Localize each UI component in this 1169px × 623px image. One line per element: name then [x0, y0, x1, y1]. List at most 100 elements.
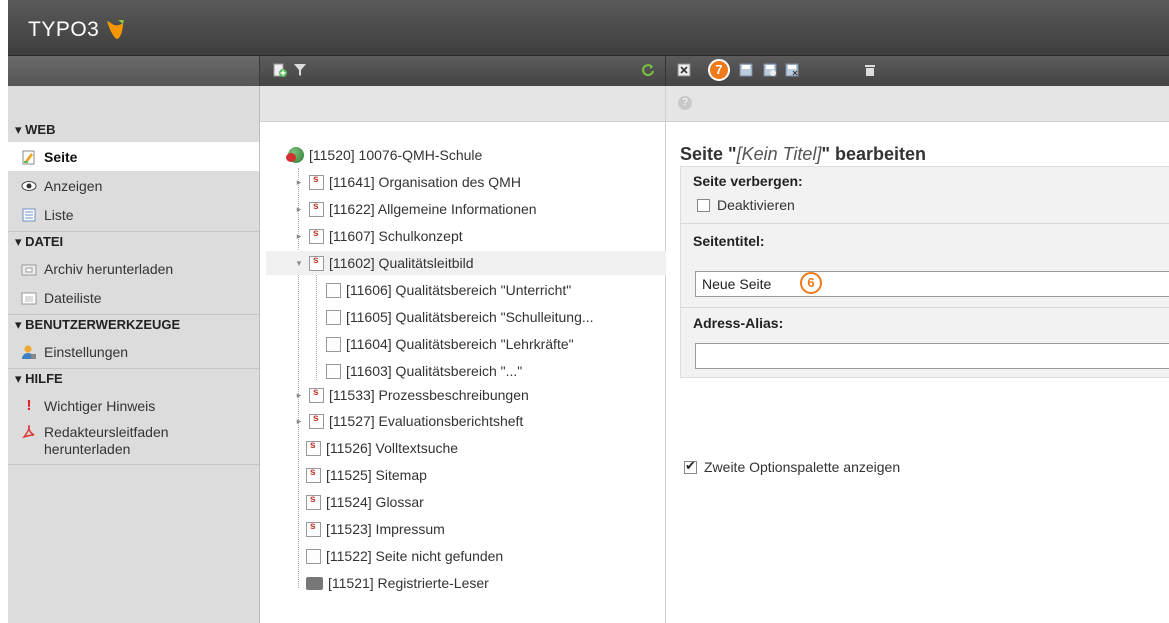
archive-icon — [20, 261, 38, 277]
section-title-web[interactable]: ▾ WEB — [8, 120, 259, 142]
tree-node[interactable]: [11525] Sitemap — [306, 463, 427, 487]
tree-node[interactable]: [11603] Qualitätsbereich "..." — [326, 359, 522, 383]
page-icon — [309, 201, 324, 217]
menu-item-seite[interactable]: Seite — [8, 142, 259, 171]
tree-node[interactable]: [11522] Seite nicht gefunden — [306, 544, 503, 568]
hide-checkbox[interactable] — [697, 198, 710, 212]
menu-section-hilfe: ▾ HILFE ! Wichtiger Hinweis Redakteursle… — [8, 369, 259, 465]
menu-item-label: Dateiliste — [44, 289, 102, 306]
menu-item-label: Redakteursleitfaden herunterladen — [44, 424, 169, 457]
typo3-logo-icon — [105, 19, 125, 41]
menu-item-archiv[interactable]: Archiv herunterladen — [8, 254, 259, 283]
tree-node[interactable]: ▸ [11641] Organisation des QMH — [294, 170, 521, 194]
help-icon[interactable]: ? — [678, 96, 692, 110]
hide-checkbox-label: Deaktivieren — [717, 197, 795, 213]
second-palette-checkbox[interactable] — [684, 458, 697, 474]
tree-node-label: [11622] Allgemeine Informationen — [329, 201, 537, 217]
menu-item-label: Einstellungen — [44, 343, 129, 360]
title-prefix: Seite " — [680, 144, 737, 164]
exclamation-icon: ! — [26, 397, 32, 414]
menu-item-einstellungen[interactable]: Einstellungen — [8, 337, 259, 366]
save-close-icon[interactable] — [784, 63, 800, 79]
tree-node[interactable]: ▸ [11607] Schulkonzept — [294, 224, 463, 248]
save-icon[interactable] — [738, 63, 754, 79]
page-icon — [309, 255, 324, 271]
tree-node-label: [11525] Sitemap — [326, 467, 427, 483]
tree-node-label: [11602] Qualitätsleitbild — [329, 255, 474, 271]
left-edge — [0, 0, 8, 623]
second-palette-row[interactable]: Zweite Optionspalette anzeigen — [684, 458, 901, 475]
page-icon — [326, 363, 341, 379]
tree-node[interactable]: ▸ [11527] Evaluationsberichtsheft — [294, 409, 524, 433]
page-module-icon — [20, 149, 38, 165]
tree-node[interactable]: [11523] Impressum — [306, 517, 445, 541]
tree-node-label: [11523] Impressum — [326, 521, 445, 537]
user-settings-icon — [20, 344, 38, 360]
alias-label: Adress-Alias: — [693, 315, 784, 331]
divider — [681, 223, 1169, 224]
tree-node-label: [11606] Qualitätsbereich "Unterricht" — [346, 282, 572, 298]
tree-node[interactable]: ▸ [11622] Allgemeine Informationen — [294, 197, 537, 221]
tree-node-label: [11526] Volltextsuche — [326, 440, 459, 456]
filter-icon[interactable] — [292, 63, 308, 79]
pagetitle-input[interactable]: Neue Seite — [695, 271, 1169, 297]
tree-node-label: [11605] Qualitätsbereich "Schulleitung..… — [346, 309, 594, 325]
tree-node-label: [11641] Organisation des QMH — [329, 174, 521, 190]
eye-icon — [20, 178, 38, 194]
title-suffix: " bearbeiten — [821, 144, 927, 164]
menu-item-redakteursleitfaden[interactable]: Redakteursleitfaden herunterladen — [8, 420, 259, 462]
tree-node-selected[interactable]: ▾ [11602] Qualitätsleitbild — [266, 251, 666, 275]
collapse-icon[interactable]: ▾ — [294, 258, 304, 269]
close-icon[interactable] — [676, 63, 692, 79]
globe-icon — [286, 147, 304, 163]
expand-icon[interactable]: ▸ — [294, 416, 304, 427]
tree-header — [260, 86, 665, 122]
page-icon — [326, 309, 341, 325]
expand-icon[interactable]: ▸ — [294, 390, 304, 401]
alias-input[interactable] — [695, 343, 1169, 369]
toolbar-tree-area — [260, 56, 666, 86]
callout-title-field: 6 — [800, 272, 822, 294]
menu-item-label: Wichtiger Hinweis — [44, 397, 156, 414]
edit-header: ? — [666, 86, 1169, 122]
page-icon — [306, 521, 321, 537]
section-title-benutzerwerkzeuge[interactable]: ▾ BENUTZERWERKZEUGE — [8, 315, 259, 337]
delete-icon[interactable] — [862, 63, 878, 79]
folder-icon — [306, 576, 323, 590]
menu-section-web: ▾ WEB Seite Anzeigen Liste — [8, 120, 259, 232]
tree-node-root[interactable]: [11520] 10076-QMH-Schule — [286, 143, 482, 167]
page-icon — [309, 228, 324, 244]
menu-item-label: Seite — [44, 148, 78, 165]
expand-icon[interactable]: ▸ — [294, 231, 304, 242]
new-page-icon[interactable] — [272, 63, 288, 79]
second-palette-label: Zweite Optionspalette anzeigen — [704, 459, 901, 475]
tree-node[interactable]: [11605] Qualitätsbereich "Schulleitung..… — [326, 305, 594, 329]
page-icon — [306, 494, 321, 510]
expand-icon[interactable]: ▸ — [294, 177, 304, 188]
tree-node[interactable]: [11604] Qualitätsbereich "Lehrkräfte" — [326, 332, 574, 356]
pdf-icon — [20, 424, 38, 440]
menu-item-dateiliste[interactable]: Dateiliste — [8, 283, 259, 312]
tree-node[interactable]: [11524] Glossar — [306, 490, 424, 514]
typo3-logo[interactable]: TYPO3 — [28, 18, 125, 42]
menu-item-wichtiger-hinweis[interactable]: ! Wichtiger Hinweis — [8, 391, 259, 420]
tree-node[interactable]: [11606] Qualitätsbereich "Unterricht" — [326, 278, 571, 302]
tree-node[interactable]: [11526] Volltextsuche — [306, 436, 458, 460]
section-title-datei[interactable]: ▾ DATEI — [8, 232, 259, 254]
menu-item-liste[interactable]: Liste — [8, 200, 259, 229]
tree-node-label: [11607] Schulkonzept — [329, 228, 463, 244]
expand-icon[interactable]: ▸ — [294, 204, 304, 215]
refresh-icon[interactable] — [640, 63, 656, 79]
hide-checkbox-row[interactable]: Deaktivieren — [697, 197, 795, 213]
tree-node[interactable]: [11521] Registrierte-Leser — [306, 571, 489, 595]
section-title-hilfe[interactable]: ▾ HILFE — [8, 369, 259, 391]
save-view-icon[interactable] — [762, 63, 778, 79]
menu-item-anzeigen[interactable]: Anzeigen — [8, 171, 259, 200]
edit-panel: ? Seite "[Kein Titel]" bearbeiten Seite … — [666, 86, 1169, 623]
toolbar-edit-area — [666, 56, 1169, 86]
menu-item-label: Liste — [44, 206, 74, 223]
tree-node[interactable]: ▸ [11533] Prozessbeschreibungen — [294, 383, 529, 407]
pagetitle-label: Seitentitel: — [693, 233, 765, 249]
tree-node-label: [11533] Prozessbeschreibungen — [329, 387, 529, 403]
page-tree: [11520] 10076-QMH-Schule ▸ [11641] Organ… — [260, 86, 666, 623]
